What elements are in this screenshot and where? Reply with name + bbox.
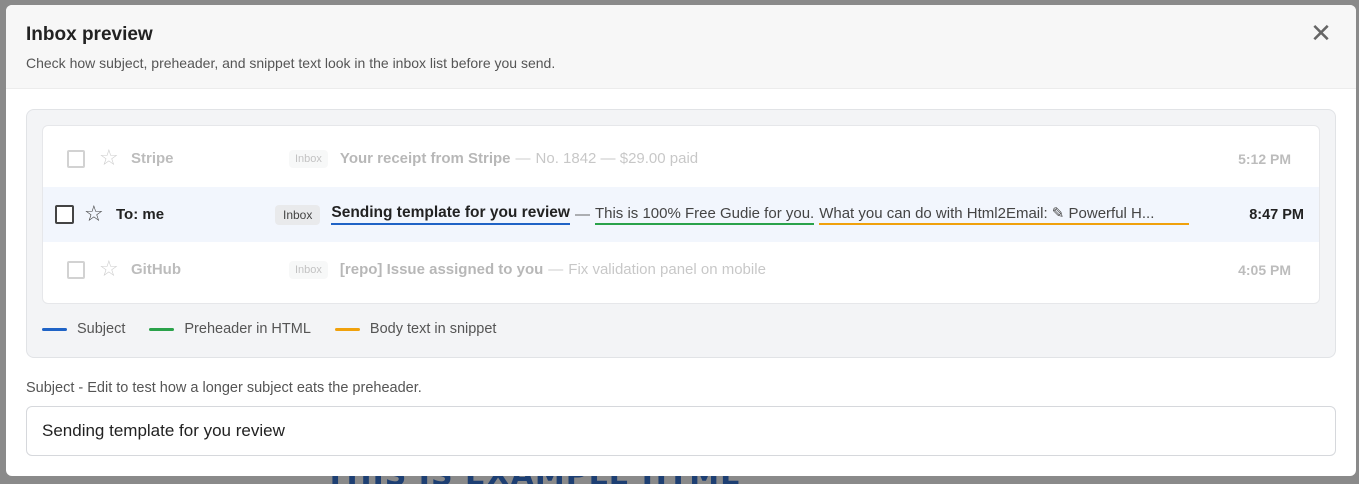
row-separator: — <box>515 150 531 167</box>
row-preview-text: Fix validation panel on mobile <box>568 261 766 278</box>
checkbox-empty-icon[interactable] <box>67 260 85 279</box>
legend-label: Preheader in HTML <box>184 321 311 337</box>
row-subject: [repo] Issue assigned to you <box>339 261 544 278</box>
row-time: 8:47 PM <box>1249 206 1304 223</box>
star-icon[interactable]: ☆ <box>84 203 108 226</box>
legend-swatch-snippet <box>334 327 360 331</box>
subject-input[interactable] <box>26 406 1336 456</box>
legend-label: Subject <box>77 321 126 337</box>
star-icon[interactable]: ☆ <box>99 258 123 281</box>
modal-subtitle: Check how subject, preheader, and snippe… <box>26 55 556 71</box>
row-subject-highlighted: Sending template for you review <box>331 204 570 225</box>
row-preheader-highlighted: This is 100% Free Gudie for you. <box>594 205 815 225</box>
row-preview-text: No. 1842 — $29.00 paid <box>535 150 699 167</box>
inbox-preview-modal: Inbox preview Check how subject, prehead… <box>6 5 1356 476</box>
modal-title: Inbox preview <box>26 24 153 45</box>
row-time: 5:12 PM <box>1238 150 1291 167</box>
legend-swatch-preheader <box>149 327 175 331</box>
inbox-row-stripe[interactable]: ☆ Stripe Inbox Your receipt from Stripe … <box>43 131 1319 186</box>
row-separator: — <box>548 261 564 278</box>
row-time: 4:05 PM <box>1238 261 1291 278</box>
row-subject: Your receipt from Stripe <box>339 150 511 167</box>
row-sender: GitHub <box>131 261 181 278</box>
legend-item-preheader: Preheader in HTML <box>149 321 311 337</box>
row-sender: Stripe <box>131 150 174 167</box>
row-sender: To: me <box>116 206 165 223</box>
inbox-label-badge: Inbox <box>275 204 321 225</box>
subject-field-label: Subject - Edit to test how a longer subj… <box>26 380 422 396</box>
checkbox-empty-icon[interactable] <box>67 149 85 168</box>
row-separator: — <box>574 206 590 223</box>
legend-item-snippet: Body text in snippet <box>334 321 497 337</box>
preview-panel: ☆ Stripe Inbox Your receipt from Stripe … <box>26 109 1336 358</box>
legend-label: Body text in snippet <box>369 321 497 337</box>
legend-swatch-subject <box>42 327 67 331</box>
inbox-row-github[interactable]: ☆ GitHub Inbox [repo] Issue assigned to … <box>43 242 1319 297</box>
inbox-label-badge: Inbox <box>289 149 328 168</box>
inbox-list: ☆ Stripe Inbox Your receipt from Stripe … <box>42 125 1320 304</box>
inbox-row-preview[interactable]: ☆ To: me Inbox Sending template for you … <box>43 187 1319 242</box>
highlight-legend: Subject Preheader in HTML Body text in s… <box>42 321 520 337</box>
modal-header: Inbox preview Check how subject, prehead… <box>6 5 1356 89</box>
row-snippet-highlighted: What you can do with Html2Email: ✎ Power… <box>819 204 1190 225</box>
checkbox-empty-icon[interactable] <box>55 205 74 224</box>
close-icon[interactable]: ✕ <box>1310 21 1332 47</box>
inbox-label-badge: Inbox <box>289 260 328 279</box>
legend-item-subject: Subject <box>42 321 125 337</box>
star-icon[interactable]: ☆ <box>99 147 123 170</box>
